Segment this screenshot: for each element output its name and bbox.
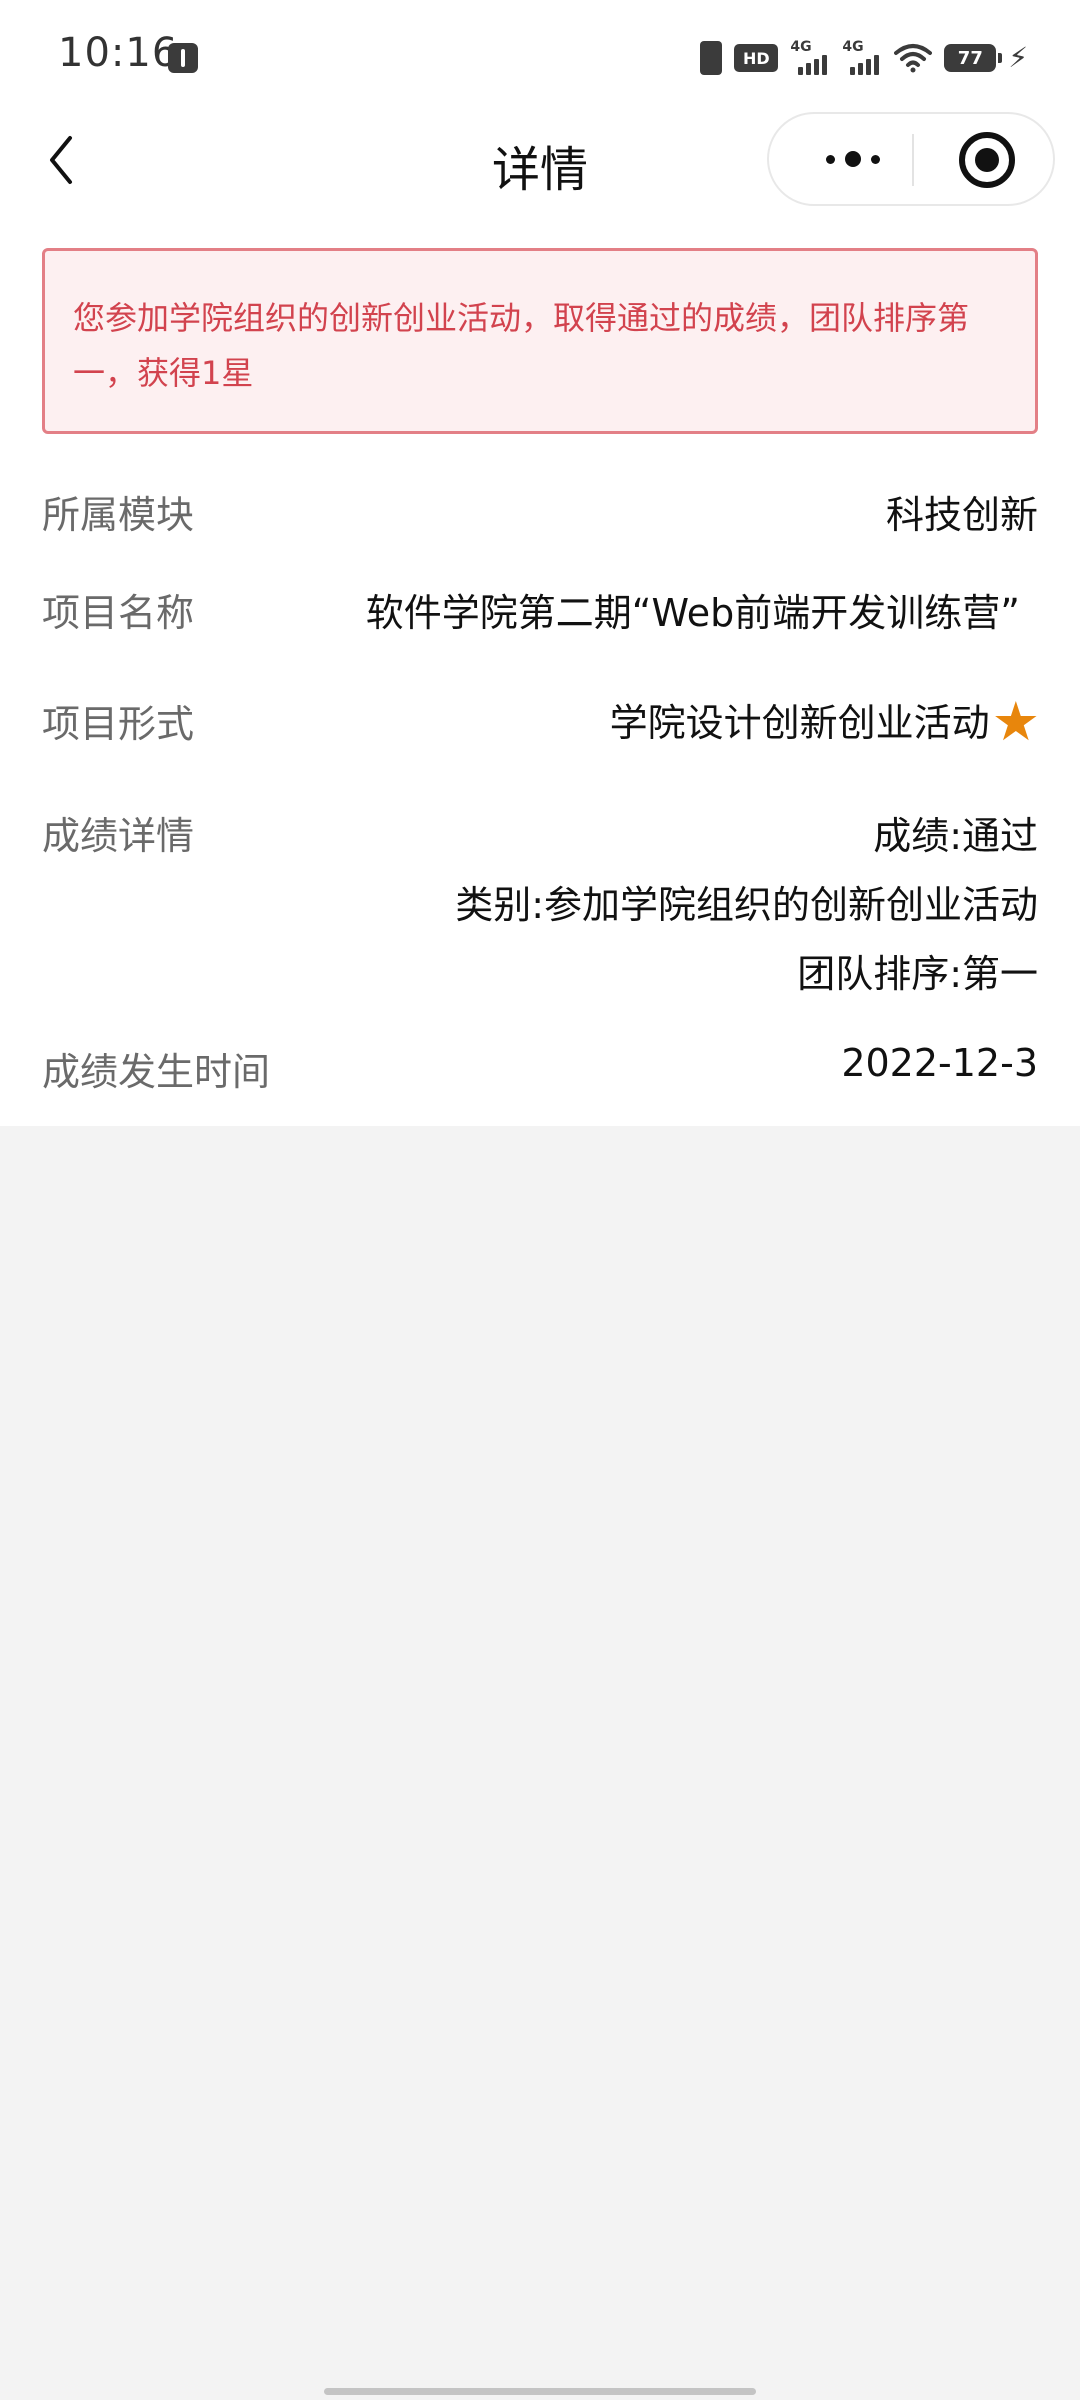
signal-icon: 4G (842, 39, 882, 75)
nav-bar: 详情 (0, 110, 1080, 210)
notice-text: 您参加学院组织的创新创业活动，取得通过的成绩，团队排序第一，获得1星 (73, 299, 970, 392)
usb-icon (168, 43, 198, 73)
signal-icon: 4G (790, 39, 830, 75)
battery-icon: 77 (944, 44, 1003, 72)
page-title: 详情 (491, 142, 588, 198)
project-form-text: 学院设计创新创业活动 (609, 701, 990, 745)
hd-icon: HD (734, 44, 779, 72)
score-detail-line: 成绩:通过 (873, 814, 1038, 858)
score-time-label: 成绩发生时间 (42, 1050, 271, 1094)
more-icon[interactable] (793, 114, 913, 204)
project-name-value: 软件学院第二期“Web前端开发训练营” (365, 591, 1020, 635)
status-bar: 10:16 HD 4G 4G 77 ⚡ (0, 0, 1080, 110)
wifi-icon (894, 43, 933, 73)
close-icon[interactable] (959, 132, 1015, 188)
capsule-divider (912, 134, 914, 186)
score-detail-line: 类别:参加学院组织的创新创业活动 (455, 883, 1038, 927)
score-time-value: 2022-12-3 (841, 1041, 1038, 1085)
signal-label: 4G (842, 39, 864, 55)
score-detail-label: 成绩详情 (42, 814, 195, 858)
signal-label: 4G (790, 39, 812, 55)
project-form-value: 学院设计创新创业活动★ (610, 692, 1040, 749)
project-form-label: 项目形式 (42, 702, 195, 746)
module-value: 科技创新 (885, 493, 1038, 537)
mini-program-capsule (767, 112, 1055, 206)
vibrate-icon (700, 41, 723, 75)
back-icon[interactable] (40, 130, 100, 190)
score-detail-line: 团队排序:第一 (797, 952, 1038, 996)
notice-banner: 您参加学院组织的创新创业活动，取得通过的成绩，团队排序第一，获得1星 (42, 248, 1038, 434)
status-icons: HD 4G 4G 77 ⚡ (700, 38, 1028, 78)
module-label: 所属模块 (42, 493, 195, 537)
home-indicator[interactable] (324, 2388, 756, 2395)
star-icon: ★ (991, 690, 1040, 753)
charging-icon: ⚡ (1008, 41, 1028, 74)
status-time: 10:16 (58, 30, 179, 76)
project-name-label: 项目名称 (42, 591, 195, 635)
